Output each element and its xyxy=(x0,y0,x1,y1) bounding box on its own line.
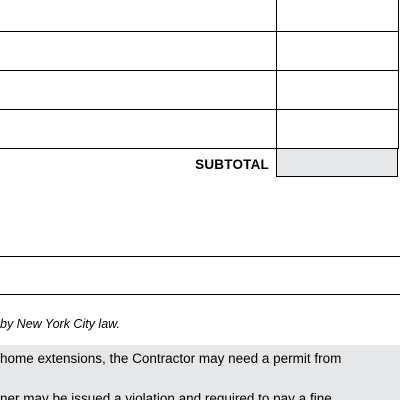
contract-form-page: SUBTOTAL by New York City law. home exte… xyxy=(0,0,400,400)
permit-notice-box: home extensions, the Contractor may need… xyxy=(0,345,400,400)
table-column-divider xyxy=(276,0,277,148)
blank-line[interactable] xyxy=(0,256,400,257)
blank-line[interactable] xyxy=(0,294,400,295)
table-row-divider xyxy=(0,109,399,110)
subtotal-label: SUBTOTAL xyxy=(195,157,269,172)
table-row-divider xyxy=(0,31,399,32)
subtotal-amount-field[interactable] xyxy=(276,148,398,177)
law-note: by New York City law. xyxy=(0,317,120,331)
notice-line: ner may be issued a violation and requir… xyxy=(0,391,332,400)
table-row-divider xyxy=(0,70,399,71)
table-right-border xyxy=(398,0,399,148)
notice-line: home extensions, the Contractor may need… xyxy=(0,351,342,366)
